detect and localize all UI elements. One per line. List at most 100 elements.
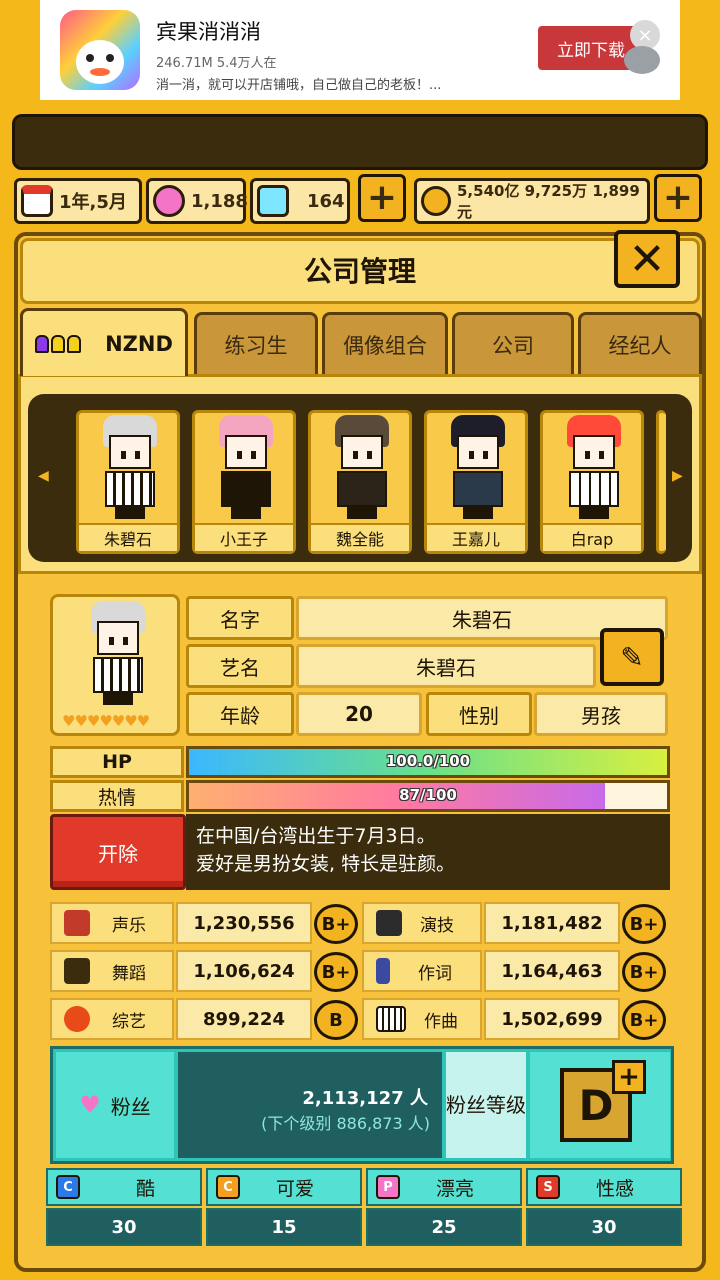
grade-badge: B+	[622, 952, 666, 992]
ad-description: 消一消，就可以开店铺哦，自己做自己的老板！...	[156, 78, 442, 93]
fans-count: 2,113,127 人	[302, 1088, 428, 1109]
add-money-button[interactable]: +	[654, 174, 702, 222]
grade-badge: B	[314, 1000, 358, 1040]
member-name: 王嘉儿	[427, 523, 525, 551]
attr-value: 30	[46, 1208, 202, 1246]
member-name: 白rap	[543, 523, 641, 551]
shoe-icon	[64, 958, 90, 984]
tab-trainees[interactable]: 练习生	[194, 312, 318, 374]
stat-composition: 作曲	[362, 998, 482, 1040]
member-card[interactable]: 魏全能	[308, 410, 412, 554]
member-name: 朱碧石	[79, 523, 177, 551]
name-label: 名字	[186, 596, 294, 640]
cute-icon: C	[216, 1175, 240, 1199]
member-card[interactable]: 白rap	[540, 410, 644, 554]
scroll-left-icon[interactable]: ◀	[38, 468, 49, 484]
ad-title: 宾果消消消	[156, 20, 261, 44]
hp-bar: 100.0/100	[186, 746, 670, 778]
pen-icon	[376, 958, 390, 984]
stage-name-field[interactable]: 朱碧石	[296, 644, 596, 688]
calendar-icon	[21, 185, 53, 217]
close-panel-button[interactable]: ✕	[614, 230, 680, 288]
member-card-partial[interactable]	[656, 410, 666, 554]
blue-gem-value: 164	[307, 190, 345, 212]
stat-label: 演技	[420, 915, 454, 936]
pink-gem-value: 1,188	[191, 190, 248, 212]
grade-badge: B+	[314, 952, 358, 992]
stat-vocal: 声乐	[50, 902, 174, 944]
member-name: 魏全能	[311, 523, 409, 551]
tab-group-nznd[interactable]: NZND	[20, 308, 188, 376]
ad-meta: 246.71M 5.4万人在	[156, 56, 277, 71]
attr-label: 酷	[136, 1177, 156, 1200]
tab-idol-groups[interactable]: 偶像组合	[322, 312, 448, 374]
age-value: 20	[296, 692, 422, 736]
pink-gem-icon	[153, 185, 185, 217]
fans-level-label: 粉丝等级	[446, 1052, 526, 1158]
stat-value: 1,181,482	[484, 902, 620, 944]
fans-next-level: (下个级别 886,873 人)	[261, 1114, 430, 1133]
bio-line: 爱好是男扮女装, 特长是驻颜。	[196, 853, 456, 875]
fans-label-box: ♥ 粉丝	[56, 1052, 174, 1158]
top-bar	[12, 114, 708, 170]
pretty-icon: P	[376, 1175, 400, 1199]
member-card[interactable]: 小王子	[192, 410, 296, 554]
age-label: 年龄	[186, 692, 294, 736]
ad-app-icon[interactable]	[60, 10, 140, 90]
laugh-face-icon	[64, 1006, 90, 1032]
money-value: 5,540亿 9,725万 1,899元	[457, 182, 640, 221]
fire-member-button[interactable]: 开除	[50, 814, 186, 890]
date-display: 1年,5月	[14, 178, 142, 224]
member-avatar	[211, 415, 281, 519]
member-name: 小王子	[195, 523, 293, 551]
stat-acting: 演技	[362, 902, 482, 944]
member-card[interactable]: 朱碧石	[76, 410, 180, 554]
passion-label: 热情	[50, 780, 184, 812]
member-avatar	[95, 415, 165, 519]
tab-label: NZND	[105, 331, 173, 356]
stat-label: 作曲	[424, 1011, 458, 1032]
pink-gem-counter: 1,188	[146, 178, 248, 224]
date-value: 1年,5月	[59, 192, 127, 213]
hp-bar-text: 100.0/100	[385, 752, 471, 770]
stat-label: 综艺	[112, 1011, 146, 1032]
bio-line: 在中国/台湾出生于7月3日。	[196, 825, 436, 847]
attr-cool: C 酷	[46, 1168, 202, 1206]
stat-dance: 舞蹈	[50, 950, 174, 992]
ad-banner[interactable]: 宾果消消消 246.71M 5.4万人在 消一消，就可以开店铺哦，自己做自己的老…	[40, 0, 680, 100]
upgrade-plus-icon[interactable]: +	[612, 1060, 646, 1094]
member-avatar	[327, 415, 397, 519]
attr-label: 漂亮	[436, 1177, 475, 1200]
sexy-icon: S	[536, 1175, 560, 1199]
stage-name-label: 艺名	[186, 644, 294, 688]
stat-value: 899,224	[176, 998, 312, 1040]
attr-value: 15	[206, 1208, 362, 1246]
scroll-right-icon[interactable]: ▶	[672, 468, 683, 484]
stat-lyrics: 作词	[362, 950, 482, 992]
tab-managers[interactable]: 经纪人	[578, 312, 702, 374]
panel-title: 公司管理	[303, 255, 416, 288]
stat-variety: 综艺	[50, 998, 174, 1040]
fans-label: 粉丝	[110, 1094, 151, 1119]
edit-name-button[interactable]: ✎	[600, 628, 664, 686]
hp-label: HP	[50, 746, 184, 778]
stat-value: 1,230,556	[176, 902, 312, 944]
attr-label: 性感	[596, 1177, 635, 1200]
member-avatar	[559, 415, 629, 519]
blue-gem-counter: 164	[250, 178, 350, 224]
money-counter: 5,540亿 9,725万 1,899元	[414, 178, 650, 224]
attr-value: 25	[366, 1208, 522, 1246]
stat-value: 1,164,463	[484, 950, 620, 992]
attr-sexy: S 性感	[526, 1168, 682, 1206]
grade-badge: B+	[314, 904, 358, 944]
stat-label: 舞蹈	[112, 963, 146, 984]
tab-company[interactable]: 公司	[452, 312, 574, 374]
passion-bar: 87/100	[186, 780, 670, 812]
stat-value: 1,502,699	[484, 998, 620, 1040]
attr-cute: C 可爱	[206, 1168, 362, 1206]
add-gems-button[interactable]: +	[358, 174, 406, 222]
passion-bar-text: 87/100	[399, 786, 457, 804]
coin-icon	[421, 186, 451, 216]
stat-value: 1,106,624	[176, 950, 312, 992]
member-card[interactable]: 王嘉儿	[424, 410, 528, 554]
